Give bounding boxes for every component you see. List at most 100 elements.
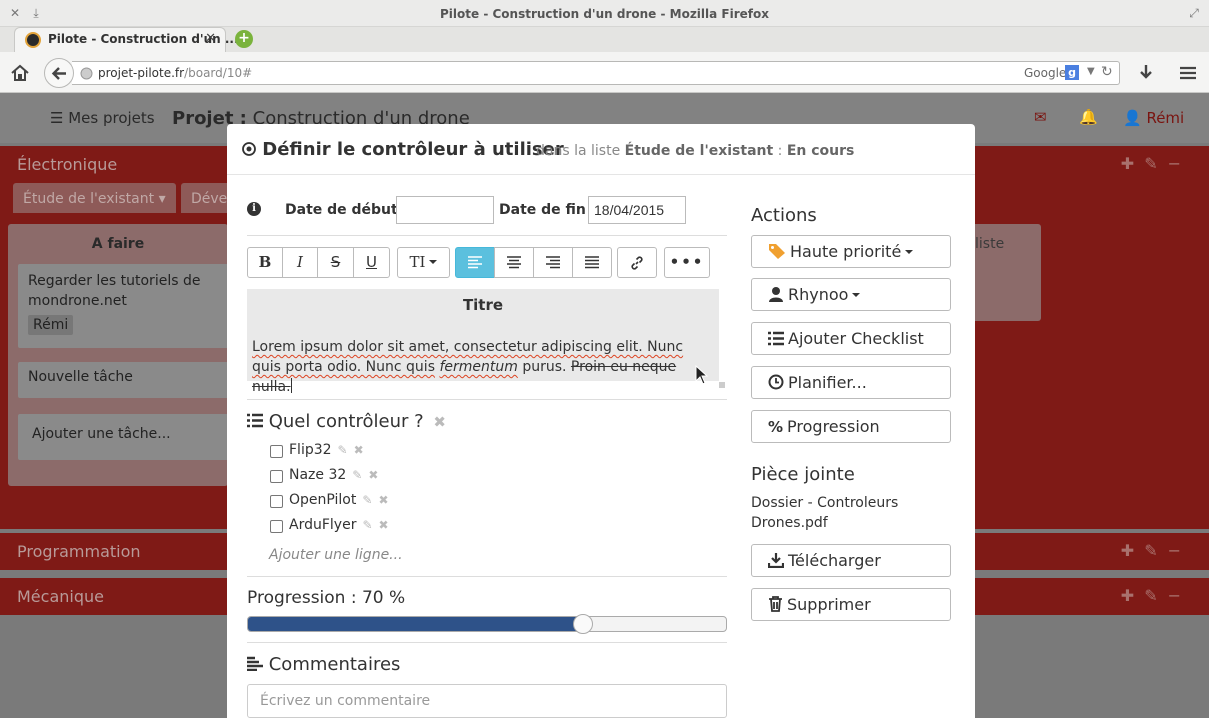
search-engine-label: Google [1024, 66, 1067, 80]
download-button[interactable]: Télécharger [751, 544, 951, 577]
task-context: dans la liste Étude de l'existant : En c… [536, 143, 854, 159]
align-left-icon [468, 256, 482, 269]
delete-checklist-icon[interactable]: ✖ [433, 413, 446, 431]
link-button[interactable] [617, 247, 657, 278]
card-tutorials[interactable]: Regarder les tutoriels de mondrone.net R… [18, 264, 233, 348]
attachment-filename[interactable]: Dossier - Controleurs Drones.pdf [751, 493, 941, 533]
delete-item-icon[interactable]: ✖ [378, 493, 388, 507]
divider [247, 576, 727, 577]
bell-icon[interactable]: 🔔 [1079, 108, 1098, 126]
card-nouvelle-tache[interactable]: Nouvelle tâche [18, 362, 233, 398]
font-size-dropdown[interactable]: TI [397, 247, 450, 278]
url-path: /board/10# [184, 66, 253, 80]
description-editor[interactable]: Titre Lorem ipsum dolor sit amet, consec… [247, 289, 725, 395]
checklist-item-label: Flip32 [289, 442, 332, 458]
progress-slider-handle[interactable] [573, 614, 593, 634]
google-icon[interactable]: g [1065, 65, 1079, 80]
comments-icon [247, 656, 263, 671]
checklist-item-label: ArduFlyer [289, 517, 357, 533]
checklist-item-label: Naze 32 [289, 467, 347, 483]
link-icon [631, 256, 643, 270]
strikethrough-button[interactable]: S [317, 247, 354, 278]
info-icon[interactable]: i [247, 202, 261, 216]
bold-button[interactable]: B [247, 247, 283, 278]
caret-down-icon [905, 250, 914, 254]
window-titlebar: ✕ ⤓ Pilote - Construction d'un drone - M… [0, 0, 1209, 27]
checkbox-arduflyer[interactable] [270, 520, 283, 533]
download-icon [768, 553, 784, 568]
window-title: Pilote - Construction d'un drone - Mozil… [440, 7, 769, 21]
add-checklist-button[interactable]: Ajouter Checklist [751, 322, 951, 355]
close-tab-icon[interactable]: ✕ [205, 31, 216, 46]
home-icon[interactable] [9, 62, 31, 84]
divider [247, 642, 727, 643]
delete-item-icon[interactable]: ✖ [354, 443, 364, 457]
section-actions-icon[interactable]: ✚✎− [1121, 541, 1191, 560]
schedule-button[interactable]: Planifier... [751, 366, 951, 399]
delete-item-icon[interactable]: ✖ [368, 468, 378, 482]
globe-icon [80, 67, 93, 80]
add-line-input[interactable]: Ajouter une ligne... [269, 547, 403, 563]
start-date-label: Date de début : [285, 202, 409, 218]
add-task-label: Ajouter une tâche... [32, 426, 171, 442]
edit-item-icon[interactable]: ✎ [352, 468, 362, 482]
list-tab-etude[interactable]: Étude de l'existant ▾ [13, 183, 176, 213]
section-actions-icon[interactable]: ✚✎− [1121, 154, 1191, 173]
start-date-input[interactable] [396, 196, 494, 224]
tab-label: Étude de l'existant [23, 191, 155, 207]
edit-item-icon[interactable]: ✎ [362, 493, 372, 507]
download-icon[interactable] [1135, 62, 1157, 84]
context-separator: : [777, 143, 783, 159]
dropdown-icon[interactable]: ▼ [1087, 66, 1095, 77]
back-button[interactable] [44, 58, 74, 88]
mail-icon[interactable]: ✉ [1034, 108, 1047, 126]
edit-item-icon[interactable]: ✎ [362, 518, 372, 532]
comments-title-text: Commentaires [268, 654, 401, 675]
comment-input[interactable]: Écrivez un commentaire [247, 684, 727, 718]
assignee-label: Rhynoo [788, 285, 849, 304]
maximize-window-icon[interactable]: ⤢ [1187, 6, 1201, 20]
italic-button[interactable]: I [282, 247, 318, 278]
checkbox-naze32[interactable] [270, 470, 283, 483]
tag-icon [769, 244, 785, 259]
edit-item-icon[interactable]: ✎ [338, 443, 348, 457]
card-text: Regarder les tutoriels de mondrone.net [28, 273, 201, 309]
checkbox-flip32[interactable] [270, 445, 283, 458]
new-tab-icon[interactable]: + [235, 30, 253, 48]
end-date-input[interactable] [588, 196, 686, 224]
user-icon [769, 287, 783, 302]
more-options-button[interactable]: ••• [664, 247, 710, 278]
url-text: projet-pilote.fr/board/10# [98, 66, 252, 80]
my-projects-link[interactable]: ☰ Mes projets [50, 109, 155, 127]
priority-dropdown[interactable]: Haute priorité [751, 235, 951, 268]
percent-icon: % [768, 418, 784, 436]
url-bar[interactable]: projet-pilote.fr/board/10# Google g ▼ ↻ [72, 61, 1120, 85]
align-left-button[interactable] [455, 247, 495, 278]
list-name: Étude de l'existant [624, 143, 774, 159]
checklist-title-text: Quel contrôleur ? [268, 411, 424, 432]
delete-button[interactable]: Supprimer [751, 588, 951, 621]
column-a-faire: A faire Regarder les tutoriels de mondro… [8, 224, 233, 486]
justify-button[interactable] [572, 247, 612, 278]
align-center-button[interactable] [494, 247, 534, 278]
tab-strip: Pilote - Construction d'un ... ✕ + [0, 27, 1209, 52]
progress-button[interactable]: % Progression [751, 410, 951, 443]
menu-icon[interactable] [1177, 62, 1199, 84]
section-actions-icon[interactable]: ✚✎− [1121, 586, 1191, 605]
delete-item-icon[interactable]: ✖ [379, 518, 389, 532]
progress-slider[interactable] [247, 616, 727, 632]
trash-icon [769, 596, 782, 612]
url-host: projet-pilote.fr [98, 66, 185, 80]
resize-handle[interactable] [719, 382, 725, 388]
underline-button[interactable]: U [353, 247, 390, 278]
attachment-title: Pièce jointe [751, 464, 855, 485]
status-label: En cours [786, 143, 855, 159]
checkbox-openpilot[interactable] [270, 495, 283, 508]
align-right-button[interactable] [533, 247, 573, 278]
user-menu[interactable]: 👤 Rémi [1123, 109, 1184, 127]
assignee-dropdown[interactable]: Rhynoo [751, 278, 951, 311]
reload-icon[interactable]: ↻ [1101, 64, 1113, 80]
align-right-icon [546, 256, 560, 269]
add-task-button[interactable]: Ajouter une tâche... [18, 414, 233, 460]
browser-tab[interactable]: Pilote - Construction d'un ... ✕ [14, 27, 239, 52]
